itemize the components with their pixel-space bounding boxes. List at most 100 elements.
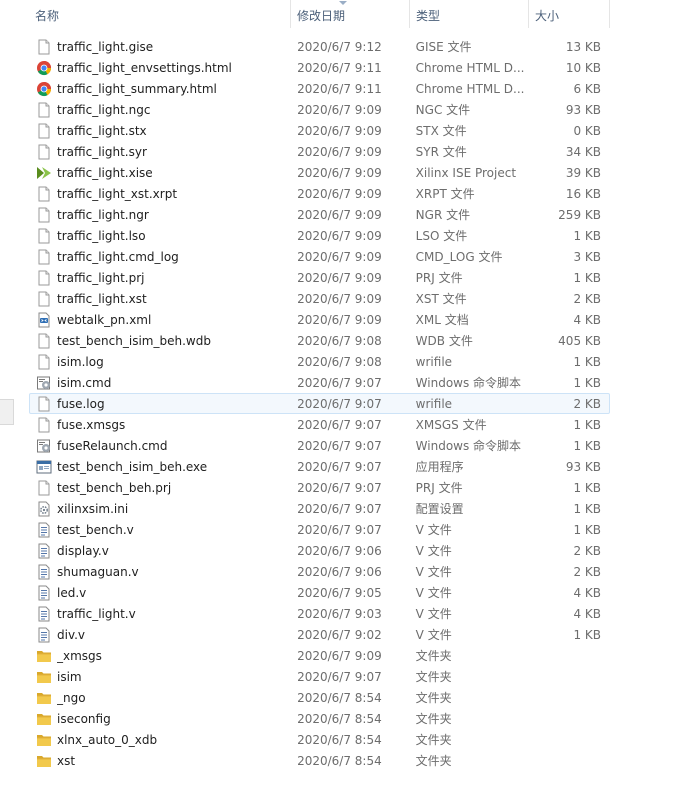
file-name: isim.log [57, 354, 104, 369]
xilinx-icon [36, 165, 52, 181]
file-row[interactable]: xilinxsim.ini 2020/6/7 9:07 配置设置 1 KB [29, 498, 610, 519]
file-name: traffic_light.stx [57, 123, 147, 138]
file-row[interactable]: traffic_light.xst 2020/6/7 9:09 XST 文件 2 KB [29, 288, 610, 309]
file-date: 2020/6/7 9:07 [297, 669, 382, 684]
file-row[interactable]: traffic_light.ngr 2020/6/7 9:09 NGR 文件 259 … [29, 204, 610, 225]
file-name: fuse.xmsgs [57, 417, 126, 432]
file-row[interactable]: test_bench.v 2020/6/7 9:07 V 文件 1 KB [29, 519, 610, 540]
verilog-icon [36, 627, 52, 643]
file-row[interactable]: _ngo 2020/6/7 8:54 文件夹 [29, 687, 610, 708]
column-header-date[interactable]: 修改日期 [291, 0, 410, 28]
file-date: 2020/6/7 8:54 [297, 732, 382, 747]
file-row[interactable]: xst 2020/6/7 8:54 文件夹 [29, 750, 610, 771]
file-icon [36, 354, 52, 370]
file-size: 6 KB [573, 81, 601, 96]
folder-icon [36, 711, 52, 727]
file-size: 259 KB [558, 207, 601, 222]
file-name: isim.cmd [57, 375, 112, 390]
file-name: fuse.log [57, 396, 105, 411]
file-row[interactable]: fuse.log 2020/6/7 9:07 wrifile 2 KB [29, 393, 610, 414]
file-row[interactable]: fuseRelaunch.cmd 2020/6/7 9:07 Windows 命令脚… [29, 435, 610, 456]
file-size: 13 KB [565, 39, 601, 54]
file-row[interactable]: traffic_light.xise 2020/6/7 9:09 Xilinx IS… [29, 162, 610, 183]
file-row[interactable]: xlnx_auto_0_xdb 2020/6/7 8:54 文件夹 [29, 729, 610, 750]
file-icon [36, 144, 52, 160]
verilog-icon [36, 606, 52, 622]
file-size: 4 KB [573, 585, 601, 600]
file-name-cell: fuse.log [30, 396, 291, 412]
file-row[interactable]: traffic_light.lso 2020/6/7 9:09 LSO 文件 1 KB [29, 225, 610, 246]
file-icon [36, 333, 52, 349]
file-type: GISE 文件 [415, 40, 472, 54]
file-row[interactable]: traffic_light.syr 2020/6/7 9:09 SYR 文件 34 K… [29, 141, 610, 162]
file-date: 2020/6/7 9:07 [297, 375, 382, 390]
file-name: display.v [57, 543, 109, 558]
file-row[interactable]: isim.cmd 2020/6/7 9:07 Windows 命令脚本 1 KB [29, 372, 610, 393]
file-row[interactable]: led.v 2020/6/7 9:05 V 文件 4 KB [29, 582, 610, 603]
file-size: 2 KB [573, 543, 601, 558]
file-row[interactable]: traffic_light.stx 2020/6/7 9:09 STX 文件 0 KB [29, 120, 610, 141]
file-row[interactable]: test_bench_isim_beh.exe 2020/6/7 9:07 应用程序… [29, 456, 610, 477]
file-row[interactable]: fuse.xmsgs 2020/6/7 9:07 XMSGS 文件 1 KB [29, 414, 610, 435]
file-name-cell: div.v [30, 627, 291, 643]
file-date: 2020/6/7 9:06 [297, 564, 382, 579]
file-name-cell: test_bench_isim_beh.exe [30, 459, 291, 475]
script-icon [36, 375, 52, 391]
file-date: 2020/6/7 9:09 [297, 144, 382, 159]
column-header-type[interactable]: 类型 [410, 0, 529, 28]
file-name: traffic_light.ngc [57, 102, 151, 117]
file-row[interactable]: traffic_light.gise 2020/6/7 9:12 GISE 文件 13… [29, 36, 610, 57]
file-type: wrifile [415, 396, 453, 411]
file-name-cell: traffic_light.cmd_log [30, 249, 291, 265]
file-date: 2020/6/7 8:54 [297, 690, 382, 705]
file-name: div.v [57, 627, 86, 642]
file-name-cell: fuseRelaunch.cmd [30, 438, 291, 454]
file-row[interactable]: traffic_light_envsettings.html 2020/6/7 9… [29, 57, 610, 78]
file-name: xilinxsim.ini [57, 501, 129, 516]
file-row[interactable]: isim.log 2020/6/7 9:08 wrifile 1 KB [29, 351, 610, 372]
column-header-size[interactable]: 大小 [529, 0, 610, 28]
file-row[interactable]: traffic_light_summary.html 2020/6/7 9:11 C… [29, 78, 610, 99]
file-row[interactable]: shumaguan.v 2020/6/7 9:06 V 文件 2 KB [29, 561, 610, 582]
file-size: 10 KB [565, 60, 601, 75]
file-icon [36, 480, 52, 496]
file-size: 1 KB [573, 438, 601, 453]
left-pane-scroll-handle[interactable] [0, 399, 14, 425]
file-name: test_bench_isim_beh.exe [57, 459, 208, 474]
file-type: 文件夹 [415, 733, 452, 747]
column-header-bar: 名称 修改日期 类型 大小 [29, 0, 610, 28]
file-row[interactable]: webtalk_pn.xml 2020/6/7 9:09 XML 文档 4 KB [29, 309, 610, 330]
file-type: Chrome HTML D... [415, 60, 525, 75]
file-name-cell: test_bench.v [30, 522, 291, 538]
file-name-cell: traffic_light.ngr [30, 207, 291, 223]
column-header-name[interactable]: 名称 [29, 0, 291, 28]
file-date: 2020/6/7 9:02 [297, 627, 382, 642]
file-name: traffic_light.syr [57, 144, 147, 159]
file-row[interactable]: isim 2020/6/7 9:07 文件夹 [29, 666, 610, 687]
file-name: xlnx_auto_0_xdb [57, 732, 158, 747]
verilog-icon [36, 585, 52, 601]
file-row[interactable]: test_bench_isim_beh.wdb 2020/6/7 9:08 WDB … [29, 330, 610, 351]
file-row[interactable]: traffic_light_xst.xrpt 2020/6/7 9:09 XRPT … [29, 183, 610, 204]
file-row[interactable]: display.v 2020/6/7 9:06 V 文件 2 KB [29, 540, 610, 561]
file-name: traffic_light_envsettings.html [57, 60, 232, 75]
file-size: 2 KB [573, 564, 601, 579]
file-row[interactable]: traffic_light.cmd_log 2020/6/7 9:09 CMD_LO… [29, 246, 610, 267]
chrome-icon [36, 60, 52, 76]
file-row[interactable]: div.v 2020/6/7 9:02 V 文件 1 KB [29, 624, 610, 645]
file-row[interactable]: traffic_light.ngc 2020/6/7 9:09 NGC 文件 93 K… [29, 99, 610, 120]
file-row[interactable]: _xmsgs 2020/6/7 9:09 文件夹 [29, 645, 610, 666]
file-row[interactable]: traffic_light.prj 2020/6/7 9:09 PRJ 文件 1 KB [29, 267, 610, 288]
file-type: wrifile [415, 354, 453, 369]
file-type: PRJ 文件 [415, 271, 463, 285]
file-name: traffic_light.xst [57, 291, 147, 306]
file-type: CMD_LOG 文件 [415, 250, 503, 264]
verilog-icon [36, 543, 52, 559]
file-row[interactable]: test_bench_beh.prj 2020/6/7 9:07 PRJ 文件 1 K… [29, 477, 610, 498]
file-row[interactable]: iseconfig 2020/6/7 8:54 文件夹 [29, 708, 610, 729]
file-name: led.v [57, 585, 87, 600]
file-name: iseconfig [57, 711, 111, 726]
file-size: 4 KB [573, 606, 601, 621]
file-row[interactable]: traffic_light.v 2020/6/7 9:03 V 文件 4 KB [29, 603, 610, 624]
file-size: 2 KB [573, 291, 601, 306]
